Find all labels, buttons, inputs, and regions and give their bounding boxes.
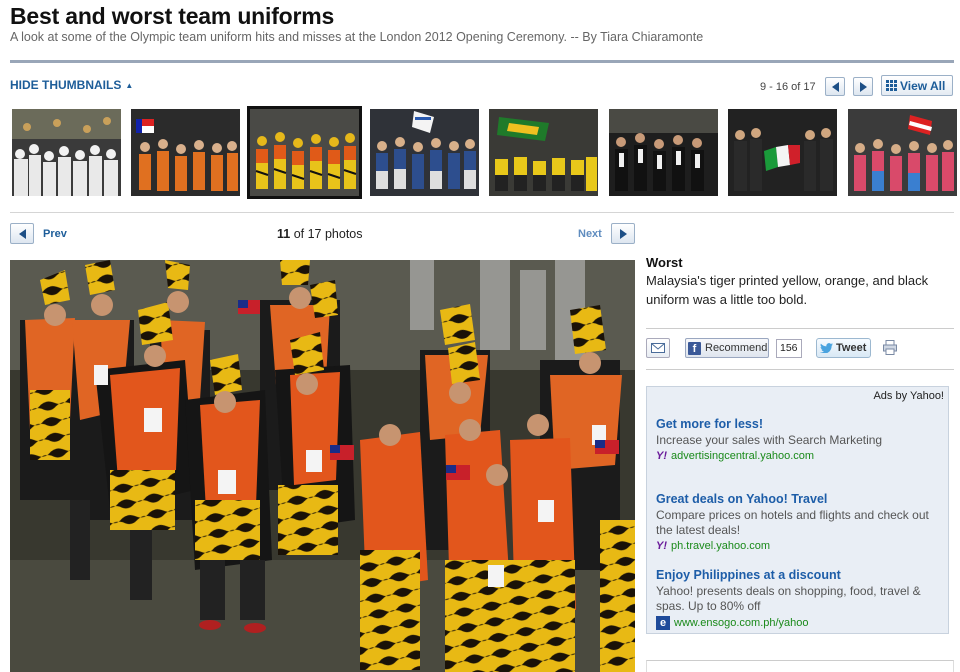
- arrow-right-icon: [859, 81, 867, 92]
- share-divider: [646, 369, 954, 370]
- view-all-label: View All: [900, 78, 946, 93]
- next-photo-button[interactable]: [611, 223, 635, 244]
- sidebar-lower-box: [646, 660, 954, 672]
- ad-url-text: ph.travel.yahoo.com: [671, 540, 771, 552]
- thumbnail-4[interactable]: [370, 109, 479, 196]
- ad-title-link[interactable]: Great deals on Yahoo! Travel: [656, 492, 948, 506]
- crowd-white-photo-icon: [12, 109, 121, 196]
- tweet-label: Tweet: [836, 342, 867, 354]
- thumbnail-8[interactable]: [848, 109, 957, 196]
- ad-title-link[interactable]: Get more for less!: [656, 417, 948, 431]
- ad-url-link[interactable]: Y! ph.travel.yahoo.com: [656, 540, 948, 552]
- envelope-icon: [651, 343, 665, 353]
- yahoo-ads-box: Ads by Yahoo! Get more for less! Increas…: [646, 386, 949, 634]
- flag-orange-photo-icon: [131, 109, 240, 196]
- ads-by-label[interactable]: Ads by Yahoo!: [873, 390, 944, 402]
- thumbs-prev-button[interactable]: [825, 77, 845, 96]
- yahoo-icon: Y!: [656, 540, 667, 552]
- page-subtitle: A look at some of the Olympic team unifo…: [10, 30, 704, 44]
- printer-icon: [883, 340, 897, 355]
- grid-icon: [886, 80, 897, 91]
- arrow-left-icon: [831, 81, 839, 92]
- thumbnail-1[interactable]: [12, 109, 121, 196]
- ad-url-link[interactable]: e www.ensogo.com.ph/yahoo: [656, 616, 948, 630]
- caption-heading: Worst: [646, 255, 683, 270]
- ensogo-icon: e: [656, 616, 670, 630]
- page-title: Best and worst team uniforms: [10, 3, 335, 29]
- caption-text: Malaysia's tiger printed yellow, orange,…: [646, 273, 929, 307]
- italy-flag-photo-icon: [728, 109, 837, 196]
- yahoo-icon: Y!: [656, 450, 667, 462]
- hide-thumbnails-label: HIDE THUMBNAILS: [10, 78, 122, 92]
- share-toolbar: f Recommend 156 Tweet: [646, 338, 954, 358]
- photo-total-text: of 17 photos: [293, 227, 363, 241]
- tiger-uniform-photo-icon: [250, 109, 359, 196]
- ad-item: Enjoy Philippines at a discount Yahoo! p…: [656, 568, 948, 630]
- ad-description: Compare prices on hotels and flights and…: [656, 508, 929, 537]
- thumbnail-5[interactable]: [489, 109, 598, 196]
- ad-item: Get more for less! Increase your sales w…: [656, 417, 948, 462]
- ad-url-link[interactable]: Y! advertisingcentral.yahoo.com: [656, 450, 948, 462]
- thumbnails-divider: [10, 212, 954, 213]
- thumbnail-6[interactable]: [609, 109, 718, 196]
- prev-photo-button[interactable]: [10, 223, 34, 244]
- prev-photo-link[interactable]: Prev: [43, 228, 67, 240]
- arrow-left-icon: [18, 228, 26, 239]
- caption-divider: [646, 328, 954, 329]
- thumbnail-range: 9 - 16 of 17: [760, 81, 816, 93]
- main-photo: [10, 260, 635, 672]
- ad-title-link[interactable]: Enjoy Philippines at a discount: [656, 568, 948, 582]
- flag-pink-photo-icon: [848, 109, 957, 196]
- recommend-label: Recommend: [705, 342, 768, 354]
- ad-url-text: www.ensogo.com.ph/yahoo: [674, 617, 809, 629]
- next-photo-link[interactable]: Next: [578, 228, 602, 240]
- email-button[interactable]: [646, 338, 670, 358]
- flag-blue-photo-icon: [370, 109, 479, 196]
- header-divider: [10, 60, 954, 63]
- yellow-team-photo-icon: [489, 109, 598, 196]
- current-photo-number: 11: [277, 227, 291, 241]
- photo-counter: 11 of 17 photos: [277, 227, 363, 241]
- dark-team-photo-icon: [609, 109, 718, 196]
- ad-description: Yahoo! presents deals on shopping, food,…: [656, 584, 921, 613]
- ad-description: Increase your sales with Search Marketin…: [656, 433, 883, 447]
- tweet-button[interactable]: Tweet: [816, 338, 871, 358]
- arrow-right-icon: [619, 228, 627, 239]
- tiger-uniform-photo-icon: [10, 260, 635, 672]
- thumbs-next-button[interactable]: [853, 77, 873, 96]
- ad-item: Great deals on Yahoo! Travel Compare pri…: [656, 492, 948, 552]
- hide-thumbnails-link[interactable]: HIDE THUMBNAILS ▲: [10, 78, 133, 92]
- facebook-icon: f: [688, 341, 701, 355]
- view-all-button[interactable]: View All: [881, 75, 953, 96]
- print-button[interactable]: [883, 340, 897, 355]
- ad-url-text: advertisingcentral.yahoo.com: [671, 450, 815, 462]
- thumbnail-3[interactable]: [247, 106, 362, 199]
- twitter-bird-icon: [820, 343, 833, 353]
- thumbnail-7[interactable]: [728, 109, 837, 196]
- thumbnail-2[interactable]: [131, 109, 240, 196]
- caret-up-icon: ▲: [125, 81, 134, 90]
- recommend-count: 156: [776, 339, 802, 358]
- facebook-recommend-button[interactable]: f Recommend: [685, 338, 769, 358]
